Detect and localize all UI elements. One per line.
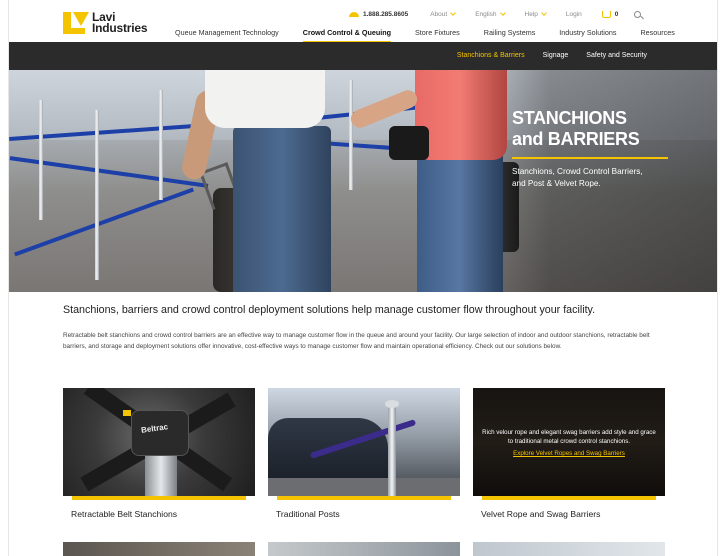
nav-store-fixtures[interactable]: Store Fixtures xyxy=(415,28,460,43)
card-image: Rich velour rope and elegant swag barrie… xyxy=(473,388,665,496)
lavi-logo-icon xyxy=(123,410,131,416)
traveler-1 xyxy=(233,126,331,292)
utility-bar: 1.888.285.8605 About English Help Login … xyxy=(349,8,642,20)
main-nav: Queue Management Technology Crowd Contro… xyxy=(175,28,699,43)
card-accent-bar xyxy=(72,496,246,500)
help-menu[interactable]: Help xyxy=(524,10,547,18)
card-label[interactable]: Traditional Posts xyxy=(268,509,460,519)
hero-subtitle-line-1: Stanchions, Crowd Control Barriers, xyxy=(512,167,643,176)
language-menu[interactable]: English xyxy=(475,10,506,18)
ground xyxy=(268,478,460,496)
traveler-1-shirt xyxy=(205,70,325,128)
subnav-safety-security[interactable]: Safety and Security xyxy=(586,52,647,59)
logo-wordmark: Lavi Industries xyxy=(92,11,148,35)
page-headline: Stanchions, barriers and crowd control d… xyxy=(63,304,596,316)
explore-velvet-ropes-link[interactable]: Explore Velvet Ropes and Swag Barriers xyxy=(473,450,665,457)
sub-nav: Stanchions & Barriers Signage Safety and… xyxy=(9,42,717,70)
card-accent-bar xyxy=(277,496,451,500)
subnav-signage[interactable]: Signage xyxy=(543,52,569,59)
nav-industry-solutions[interactable]: Industry Solutions xyxy=(559,28,616,43)
language-label: English xyxy=(475,10,497,18)
phone-link[interactable]: 1.888.285.8605 xyxy=(349,11,408,18)
stanchion-post xyxy=(159,90,163,200)
hero-title-line-1: STANCHIONS xyxy=(512,108,627,128)
hero-subtitle-line-2: and Post & Velvet Rope. xyxy=(512,179,601,188)
login-label: Login xyxy=(565,10,582,18)
card-label[interactable]: Velvet Rope and Swag Barriers xyxy=(473,509,665,519)
card-retractable-belt-stanchions[interactable]: Beltrac Retractable Belt Stanchions xyxy=(63,388,255,519)
nav-railing-systems[interactable]: Railing Systems xyxy=(484,28,536,43)
stanchion-head xyxy=(131,410,189,456)
phone-icon xyxy=(349,11,359,17)
site-header: Lavi Industries 1.888.285.8605 About Eng… xyxy=(9,0,717,43)
chevron-down-icon xyxy=(541,10,547,16)
about-label: About xyxy=(430,10,448,18)
cart-count: 0 xyxy=(614,10,619,18)
nav-resources[interactable]: Resources xyxy=(640,28,674,43)
stanchion-post xyxy=(385,400,399,496)
card-image: Beltrac xyxy=(63,388,255,496)
card-label[interactable]: Retractable Belt Stanchions xyxy=(63,509,255,519)
card-velvet-rope-swag[interactable]: Rich velour rope and elegant swag barrie… xyxy=(473,388,665,519)
subnav-stanchions-barriers[interactable]: Stanchions & Barriers xyxy=(457,52,525,59)
card-traditional-posts[interactable]: Traditional Posts xyxy=(268,388,460,519)
hero-title-line-2: and BARRIERS xyxy=(512,129,640,149)
hero-title: STANCHIONS and BARRIERS xyxy=(512,108,640,150)
logo-line-2: Industries xyxy=(92,21,148,35)
lavi-logo[interactable]: Lavi Industries xyxy=(63,11,148,35)
stanchion-post xyxy=(95,110,99,280)
stanchion-tube xyxy=(145,450,177,496)
page: Lavi Industries 1.888.285.8605 About Eng… xyxy=(8,0,718,556)
card-peek[interactable] xyxy=(63,542,255,556)
logo-mark-icon xyxy=(63,12,89,34)
cart-button[interactable]: 0 xyxy=(601,10,619,18)
card-peek[interactable] xyxy=(268,542,460,556)
intro-paragraph: Retractable belt stanchions and crowd co… xyxy=(63,332,650,350)
stanchion-post xyxy=(349,80,353,190)
help-label: Help xyxy=(524,10,538,18)
card-hover-text: Rich velour rope and elegant swag barrie… xyxy=(482,429,656,445)
about-menu[interactable]: About xyxy=(430,10,457,18)
chevron-down-icon xyxy=(499,10,506,16)
chevron-down-icon xyxy=(450,10,457,16)
stanchion-post xyxy=(39,100,43,220)
card-accent-bar xyxy=(482,496,656,500)
hero-subtitle: Stanchions, Crowd Control Barriers, and … xyxy=(512,166,672,190)
hero-divider xyxy=(512,157,668,159)
cart-icon xyxy=(601,10,611,18)
card-image xyxy=(268,388,460,496)
login-link[interactable]: Login xyxy=(566,11,582,18)
nav-queue-management[interactable]: Queue Management Technology xyxy=(175,28,279,43)
handbag-illustration xyxy=(389,126,429,160)
search-icon[interactable] xyxy=(634,10,642,18)
nav-crowd-control[interactable]: Crowd Control & Queuing xyxy=(302,28,392,43)
phone-number: 1.888.285.8605 xyxy=(363,10,409,18)
card-peek[interactable] xyxy=(473,542,665,556)
